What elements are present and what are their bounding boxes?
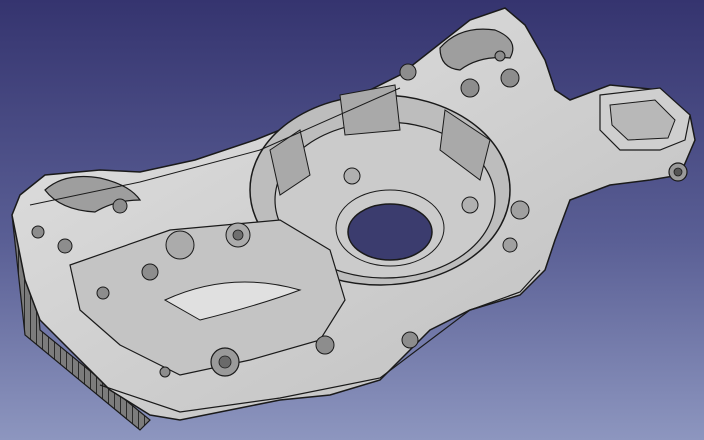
bowl-boss-a [343, 167, 361, 185]
3d-viewport[interactable] [0, 0, 704, 440]
left-hole-b [31, 225, 45, 239]
bowl-boss-b [461, 196, 479, 214]
comp-hole-b [96, 286, 110, 300]
bottom-hole-b [401, 331, 419, 349]
cad-part-model[interactable] [0, 0, 704, 440]
bowl-boss-d [502, 237, 518, 253]
top-hole-b [460, 78, 480, 98]
gear-boss-left [165, 230, 195, 260]
top-hole-d [494, 50, 506, 62]
top-hole-c [500, 68, 520, 88]
gear-boss-mid-inner [232, 229, 244, 241]
bowl-boss-c [510, 200, 530, 220]
central-hole [347, 203, 433, 261]
sprocket-boss-inner [218, 355, 232, 369]
top-hole-a [399, 63, 417, 81]
bottom-hole-a [315, 335, 335, 355]
bottom-hole-c [159, 366, 171, 378]
bracket-pivot-inner [673, 167, 683, 177]
left-hole-a [112, 198, 128, 214]
left-hole-c [57, 238, 73, 254]
comp-hole-a [141, 263, 159, 281]
